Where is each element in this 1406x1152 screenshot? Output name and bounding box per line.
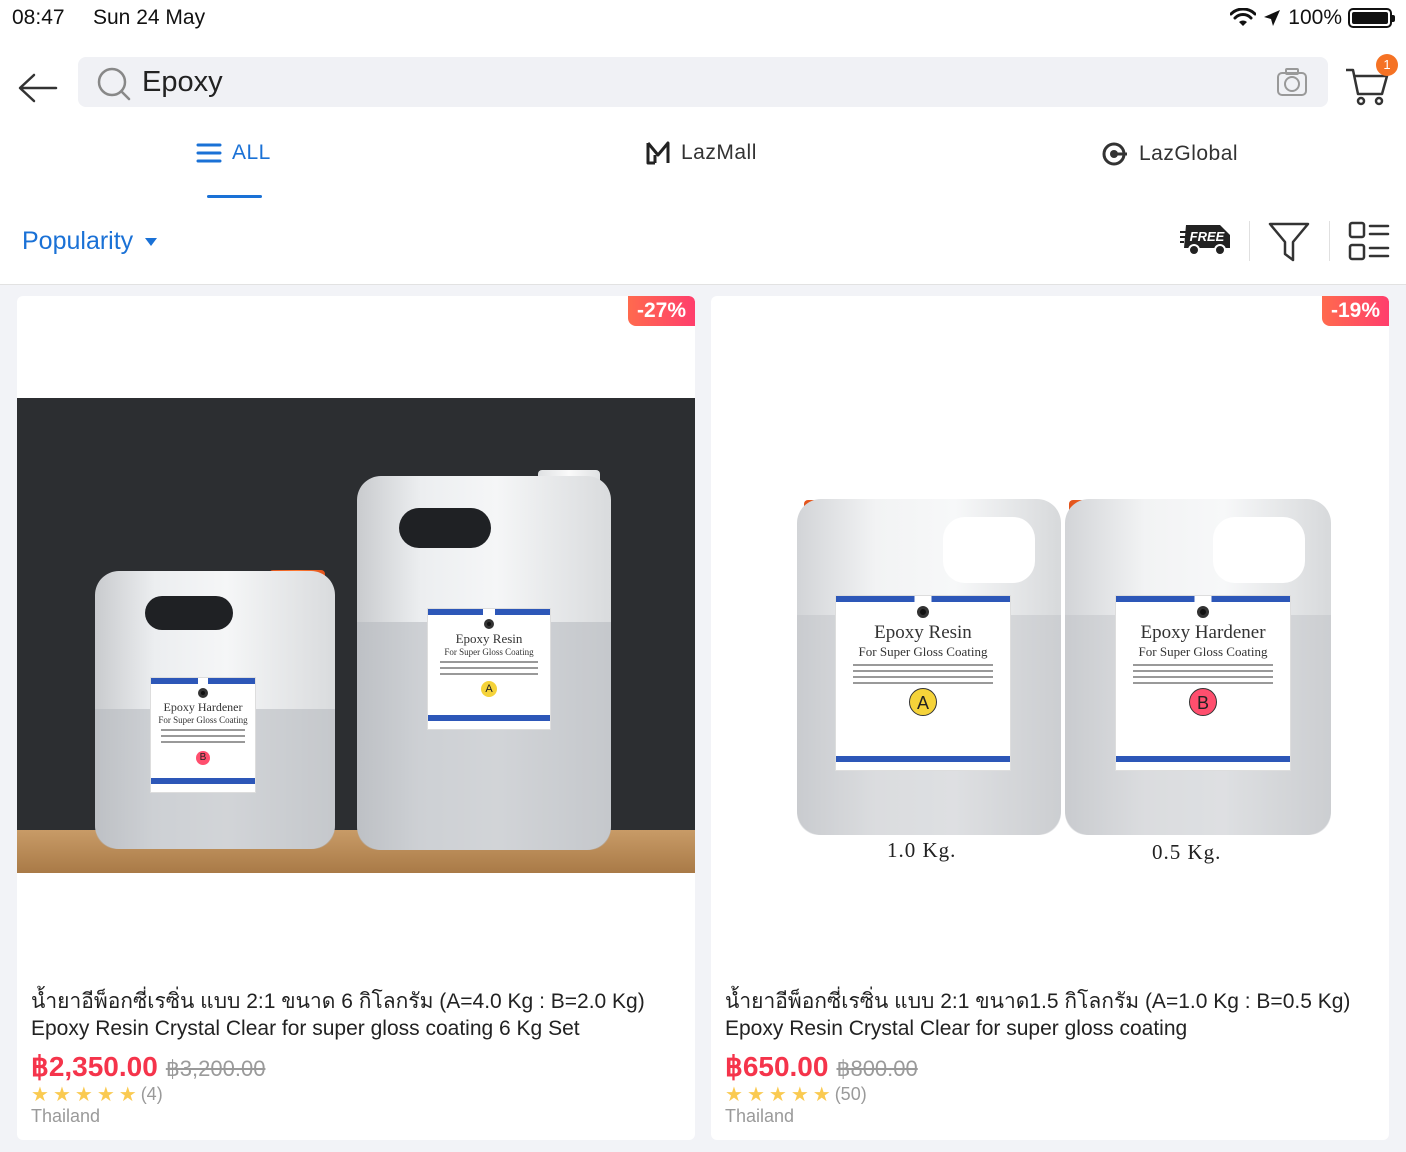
label-title: Epoxy Hardener <box>163 700 243 714</box>
label-mark: A <box>481 681 497 697</box>
original-price: ฿800.00 <box>836 1056 918 1081</box>
tab-bar: ALL LazMall LazGlobal <box>0 135 1406 205</box>
original-price: ฿3,200.00 <box>165 1056 266 1081</box>
sort-dropdown[interactable]: Popularity <box>22 227 158 256</box>
divider <box>1249 221 1250 261</box>
label-subtitle: For Super Gloss Coating <box>158 715 248 725</box>
seller-location: Thailand <box>31 1106 101 1126</box>
product-card[interactable]: Epoxy Hardener For Super Gloss Coating B… <box>17 296 695 1140</box>
price-row: ฿2,350.00 ฿3,200.00 <box>31 1050 265 1083</box>
menu-lines-icon <box>196 143 222 163</box>
search-input[interactable] <box>142 63 1242 101</box>
current-price: ฿650.00 <box>725 1051 829 1082</box>
filter-icon[interactable] <box>1267 220 1311 264</box>
camera-icon[interactable] <box>1276 67 1308 97</box>
label-mark: B <box>196 751 210 765</box>
wifi-icon <box>1230 8 1257 26</box>
label-subtitle: For Super Gloss Coating <box>444 647 534 657</box>
status-date: Sun 24 May <box>93 6 206 29</box>
star-icon: ★ <box>52 1083 71 1106</box>
label-mark: B <box>1189 688 1217 716</box>
product-title[interactable]: น้ำยาอีพ็อกซี่เรซิ่น แบบ 2:1 ขนาด 6 กิโล… <box>31 988 691 1042</box>
label-subtitle: For Super Gloss Coating <box>858 644 988 659</box>
label-title: Epoxy Hardener <box>1140 622 1266 643</box>
sort-label: Popularity <box>22 227 134 255</box>
rating-count: (50) <box>834 1084 867 1104</box>
star-icon: ★ <box>812 1083 831 1106</box>
lazglobal-icon <box>1102 142 1127 166</box>
battery-percent: 100% <box>1288 6 1342 29</box>
product-image: Epoxy Hardener For Super Gloss Coating B… <box>17 398 695 873</box>
battery-icon <box>1348 8 1395 28</box>
location-arrow-icon <box>1264 10 1281 26</box>
rating-count: (4) <box>140 1084 163 1104</box>
star-icon: ★ <box>790 1083 809 1106</box>
current-price: ฿2,350.00 <box>31 1051 158 1082</box>
star-icon: ★ <box>118 1083 137 1106</box>
search-bar[interactable] <box>78 57 1328 107</box>
price-row: ฿650.00 ฿800.00 <box>725 1050 918 1083</box>
label-subtitle: For Super Gloss Coating <box>1138 644 1268 659</box>
rating: ★ ★ ★ ★ ★ (4) <box>31 1084 163 1105</box>
free-label: FREE <box>1190 229 1225 244</box>
discount-badge: -19% <box>1321 296 1389 326</box>
star-icon: ★ <box>96 1083 115 1106</box>
product-title[interactable]: น้ำยาอีพ็อกซี่เรซิ่น แบบ 2:1 ขนาด1.5 กิโ… <box>725 988 1385 1042</box>
star-icon: ★ <box>725 1083 743 1106</box>
product-card[interactable]: Epoxy Resin For Super Gloss Coating A 1.… <box>711 296 1389 1140</box>
product-image: Epoxy Resin For Super Gloss Coating A 1.… <box>711 466 1389 886</box>
star-icon: ★ <box>768 1083 787 1106</box>
search-icon <box>97 67 131 101</box>
tab-lazmall-label: LazMall <box>681 141 757 164</box>
header: 1 ALL LazMall LazGlobal Popularity <box>0 40 1406 285</box>
star-icon: ★ <box>31 1083 49 1106</box>
discount-badge: -27% <box>627 296 695 326</box>
status-bar: 08:47 Sun 24 May 100% <box>0 0 1406 40</box>
cart-button[interactable]: 1 <box>1344 54 1398 112</box>
tab-lazglobal-label: LazGlobal <box>1139 142 1239 165</box>
label-title: Epoxy Resin <box>874 622 972 643</box>
lazmall-icon <box>646 141 670 165</box>
cart-badge: 1 <box>1376 54 1398 76</box>
star-icon: ★ <box>746 1083 765 1106</box>
label-title: Epoxy Resin <box>455 631 523 646</box>
weight-label: 0.5 Kg. <box>1152 840 1222 864</box>
status-right: 100% <box>1230 6 1395 30</box>
rating: ★ ★ ★ ★ ★ (50) <box>725 1084 867 1105</box>
divider <box>1329 221 1330 261</box>
tab-lazglobal[interactable]: LazGlobal <box>1101 141 1238 167</box>
sort-filter-bar: Popularity FREE <box>0 215 1406 270</box>
label-mark: A <box>909 688 937 716</box>
tab-lazmall[interactable]: LazMall <box>645 141 757 165</box>
star-icon: ★ <box>74 1083 93 1106</box>
status-time: 08:47 <box>12 6 65 29</box>
active-tab-indicator <box>207 195 262 198</box>
layout-toggle-icon[interactable] <box>1348 221 1390 263</box>
seller-location: Thailand <box>725 1106 795 1126</box>
free-shipping-icon[interactable]: FREE <box>1180 222 1234 256</box>
tab-all-label: ALL <box>232 141 271 164</box>
caret-down-icon <box>145 237 158 246</box>
back-arrow-icon[interactable] <box>16 70 60 106</box>
weight-label: 1.0 Kg. <box>887 838 957 862</box>
tab-all[interactable]: ALL <box>196 141 271 165</box>
